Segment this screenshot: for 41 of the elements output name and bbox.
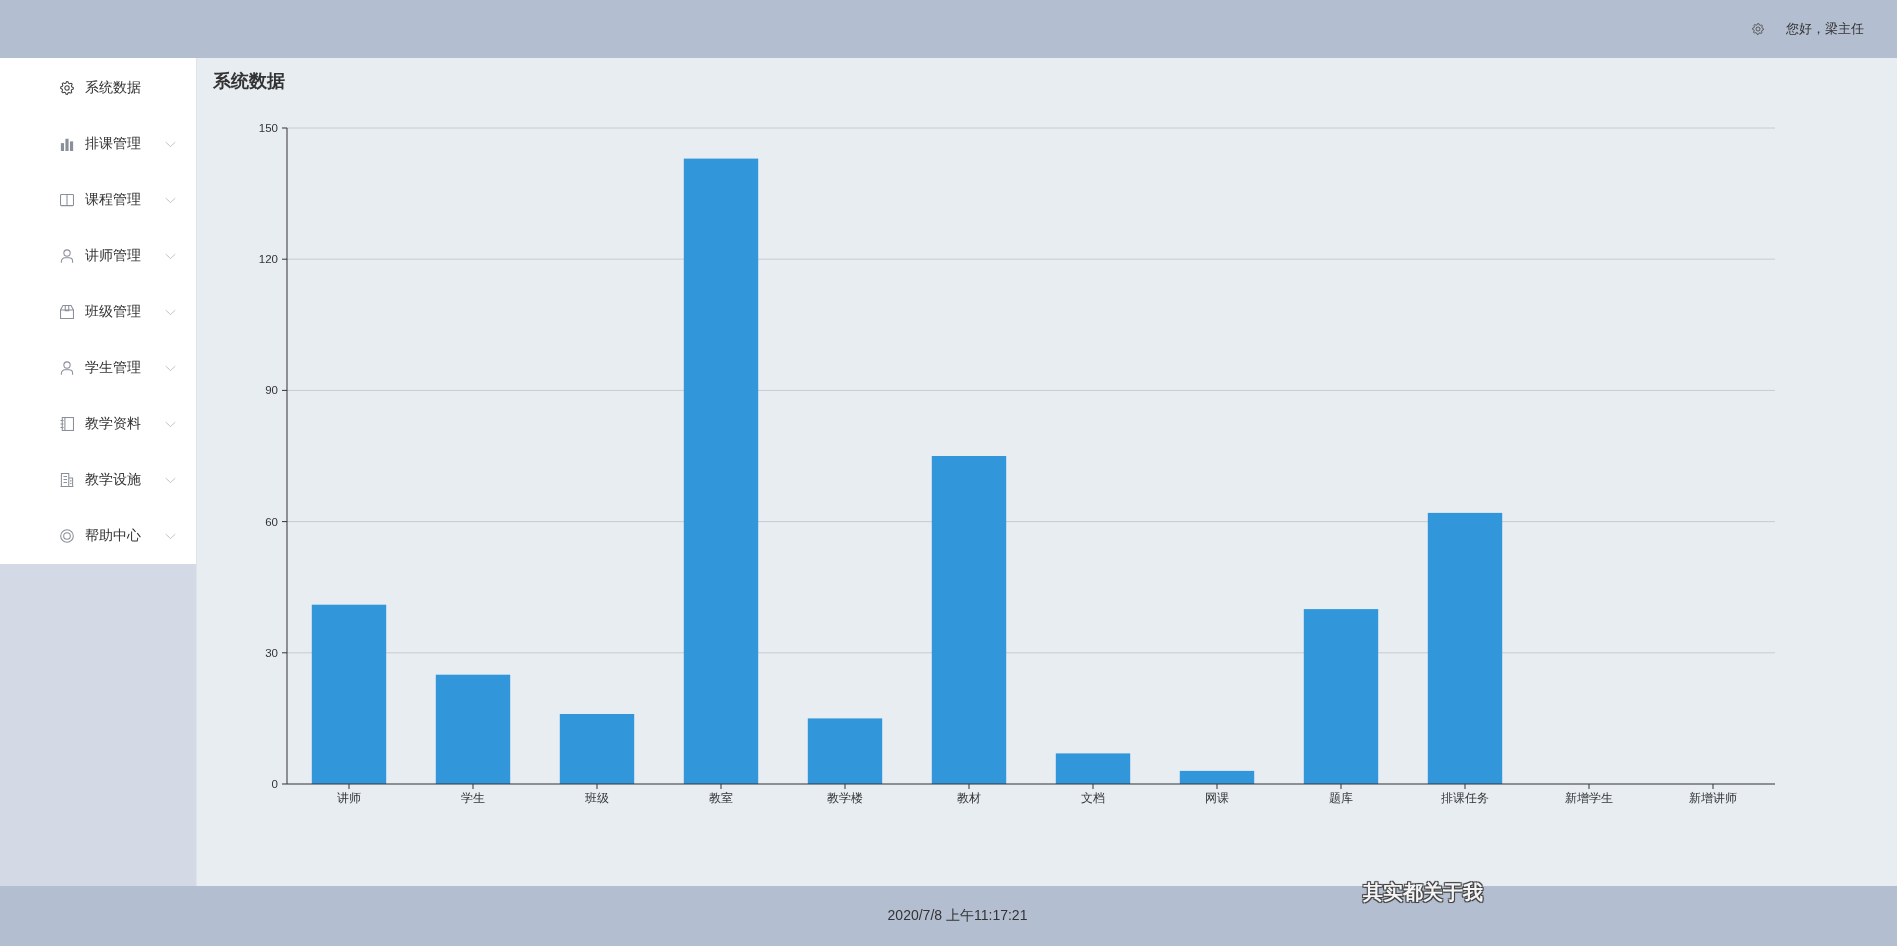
category-label: 学生 bbox=[461, 792, 485, 804]
panel-title: 系统数据 bbox=[213, 70, 285, 92]
category-label: 新增讲师 bbox=[1689, 792, 1737, 804]
book-icon bbox=[60, 193, 74, 207]
category-label: 文档 bbox=[1081, 792, 1105, 804]
category-label: 教材 bbox=[957, 792, 981, 804]
category-label: 讲师 bbox=[337, 792, 361, 804]
y-tick-label: 30 bbox=[265, 646, 278, 659]
notebook-icon bbox=[60, 417, 74, 431]
sidebar-item[interactable]: 教学设施 bbox=[0, 452, 196, 508]
y-tick-label: 0 bbox=[271, 778, 278, 790]
y-tick-label: 150 bbox=[258, 122, 278, 134]
datetime-text: 2020/7/8 上午11:17:21 bbox=[887, 907, 1028, 925]
category-label: 教室 bbox=[709, 792, 733, 804]
lifebuoy-icon bbox=[60, 529, 74, 543]
building-icon bbox=[60, 473, 74, 487]
sidebar-item[interactable]: 讲师管理 bbox=[0, 228, 196, 284]
person-icon bbox=[60, 361, 74, 375]
sidebar-item[interactable]: 课程管理 bbox=[0, 172, 196, 228]
category-label: 新增学生 bbox=[1565, 792, 1613, 804]
package-icon bbox=[60, 305, 74, 319]
person-icon bbox=[60, 249, 74, 263]
sidebar-item[interactable]: 学生管理 bbox=[0, 340, 196, 396]
greeting-text: 您好，梁主任 bbox=[1786, 20, 1864, 38]
category-label: 班级 bbox=[585, 792, 609, 804]
sidebar-item[interactable]: 教学资料 bbox=[0, 396, 196, 452]
gear-icon bbox=[60, 81, 74, 95]
y-tick-label: 120 bbox=[258, 253, 278, 266]
lyrics-overlay-text: 其实都关于我 bbox=[1363, 880, 1483, 905]
category-label: 网课 bbox=[1205, 792, 1229, 804]
y-tick-label: 60 bbox=[265, 515, 278, 528]
category-label: 教学楼 bbox=[827, 792, 863, 804]
settings-icon[interactable] bbox=[1752, 23, 1764, 35]
bar-chart-icon bbox=[60, 137, 74, 151]
y-tick-label: 90 bbox=[265, 384, 278, 397]
sidebar-item[interactable]: 班级管理 bbox=[0, 284, 196, 340]
category-label: 排课任务 bbox=[1441, 792, 1489, 804]
sidebar-item[interactable]: 排课管理 bbox=[0, 116, 196, 172]
category-label: 题库 bbox=[1329, 792, 1353, 804]
sidebar-item[interactable]: 系统数据 bbox=[0, 60, 196, 116]
sidebar-item[interactable]: 帮助中心 bbox=[0, 508, 196, 564]
